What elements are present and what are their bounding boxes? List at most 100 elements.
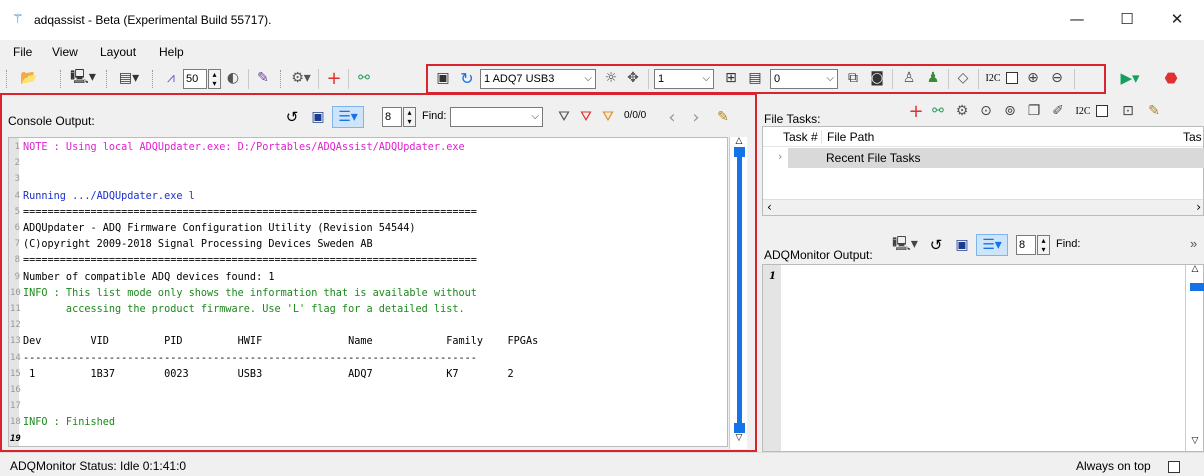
line-text: Dev VID PID HWIF Name Family FPGAs — [23, 336, 539, 348]
pin-icon[interactable]: ✥ — [622, 67, 644, 89]
monitor-text-area[interactable]: 1 △ ▽ — [762, 264, 1204, 452]
toolbar-grip[interactable] — [6, 70, 9, 88]
save-icon[interactable]: ▣ — [308, 106, 328, 128]
toolbar-grip[interactable] — [106, 70, 109, 88]
layout-dropdown-icon[interactable]: ▤▾ — [112, 67, 146, 89]
column-file-path[interactable]: File Path — [827, 130, 874, 144]
scroll-thumb[interactable] — [737, 157, 742, 425]
user-settings-icon[interactable]: ♟ — [922, 67, 944, 89]
scroll-down-icon[interactable]: ▽ — [731, 432, 747, 444]
table-row[interactable]: › Recent File Tasks — [778, 148, 1204, 168]
user-icon[interactable]: ♙ — [898, 67, 920, 89]
scroll-left-icon[interactable]: ‹ — [767, 200, 772, 214]
toolbar-grip[interactable] — [280, 70, 283, 88]
word-wrap-dropdown-icon[interactable]: ☰▾ — [332, 106, 364, 128]
menu-help[interactable]: Help — [159, 45, 184, 59]
copy-icon[interactable]: ❐ — [1024, 100, 1044, 122]
scroll-right-icon[interactable]: › — [1196, 200, 1201, 214]
line-text: ADQUpdater - ADQ Firmware Configuration … — [23, 223, 416, 234]
capture-icon[interactable]: ⧉ — [842, 67, 864, 89]
font-size-spinner-icon[interactable]: ▴ ▾ — [403, 107, 416, 127]
window-icon[interactable]: ◙ — [866, 67, 888, 89]
undo-icon[interactable]: ↺ — [926, 234, 946, 256]
line-text: NOTE : Using local ADQUpdater.exe: D:/Po… — [23, 142, 465, 153]
add-icon[interactable]: + — [323, 67, 345, 89]
channel-select[interactable]: 1 ⌵ — [654, 69, 714, 89]
trash-icon[interactable]: ⊡ — [1118, 100, 1138, 122]
device-info-icon[interactable]: ▣ — [432, 67, 454, 89]
grid-icon[interactable]: ⊞ — [720, 67, 742, 89]
ft-i2c-checkbox[interactable] — [1094, 100, 1110, 122]
value-select[interactable]: 0 ⌵ — [770, 69, 838, 89]
zoom-input[interactable]: 50 — [183, 69, 207, 89]
timer-up-icon[interactable]: ⊕ — [1022, 67, 1044, 89]
timer-icon[interactable]: ⊙ — [976, 100, 996, 122]
monitor-dropdown-icon[interactable]: 🖳▾ — [66, 67, 100, 89]
refresh-icon[interactable]: ↻ — [456, 67, 478, 89]
scroll-up-icon[interactable]: △ — [1187, 263, 1203, 275]
menu-file[interactable]: File — [13, 45, 32, 59]
minimize-button[interactable]: — — [1062, 8, 1092, 32]
console-text-area[interactable]: 1 NOTE : Using local ADQUpdater.exe: D:/P… — [8, 137, 728, 447]
toolbar-overflow-icon[interactable]: » — [1190, 236, 1197, 251]
monitor-font-size-input[interactable]: 8 — [1016, 235, 1036, 255]
scroll-up-icon[interactable]: △ — [731, 135, 747, 147]
next-match-icon[interactable]: › — [686, 106, 706, 128]
wand-icon[interactable]: ⚯ — [352, 67, 376, 89]
play-dropdown-icon[interactable]: ▶▾ — [1114, 67, 1146, 89]
add-task-icon[interactable]: + — [906, 100, 926, 122]
always-on-top-checkbox[interactable] — [1168, 459, 1180, 473]
font-size-spinner-icon[interactable]: ▴ ▾ — [1037, 235, 1050, 255]
zoom-spinner-icon[interactable]: ▴ ▾ — [208, 69, 221, 89]
chevron-down-icon: ⌵ — [702, 73, 710, 84]
column-task-number[interactable]: Task # — [783, 130, 818, 144]
device-select[interactable]: 1 ADQ7 USB3 ⌵ — [480, 69, 596, 89]
line-number: 19 — [10, 433, 21, 444]
timer-alt-icon[interactable]: ⊚ — [1000, 100, 1020, 122]
save-icon[interactable]: ▣ — [952, 234, 972, 256]
prev-match-icon[interactable]: ‹ — [662, 106, 682, 128]
line-number: 12 — [10, 320, 21, 331]
column-divider[interactable] — [821, 130, 822, 144]
settings-dropdown-icon[interactable]: ⚙▾ — [286, 67, 316, 89]
scroll-down-icon[interactable]: ▽ — [1187, 435, 1203, 447]
undo-icon[interactable]: ↺ — [282, 106, 302, 128]
menu-layout[interactable]: Layout — [100, 45, 136, 59]
filter-icon[interactable]: ⛛ — [554, 106, 574, 128]
column-task-truncated[interactable]: Tas — [1183, 130, 1202, 144]
i2c-checkbox[interactable] — [1004, 67, 1020, 89]
line-number: 17 — [10, 401, 21, 412]
monitor-scrollbar[interactable]: △ ▽ — [1185, 263, 1204, 451]
clear-brush-icon[interactable]: ✎ — [1144, 100, 1164, 122]
clear-brush-icon[interactable]: ✎ — [712, 106, 734, 128]
timer-down-icon[interactable]: ⊖ — [1046, 67, 1068, 89]
toolbar-separator — [948, 69, 949, 89]
maximize-button[interactable]: ☐ — [1112, 8, 1142, 32]
horizontal-scrollbar[interactable]: ‹ › — [763, 199, 1203, 215]
word-wrap-dropdown-icon[interactable]: ☰▾ — [976, 234, 1008, 256]
palette-icon[interactable]: ◐ — [222, 67, 244, 89]
document-search-icon[interactable]: ▤ — [744, 67, 766, 89]
close-button[interactable]: ✕ — [1162, 8, 1192, 32]
toolbar-grip[interactable] — [152, 70, 155, 88]
edit-icon[interactable]: ✐ — [1048, 100, 1068, 122]
toolbar-separator — [648, 69, 649, 89]
eraser-icon[interactable]: ◇ — [952, 67, 974, 89]
toolbar-grip[interactable] — [60, 70, 63, 88]
console-scrollbar[interactable]: △ ▽ — [729, 135, 747, 449]
stop-icon[interactable]: ⬣ — [1160, 67, 1182, 89]
menu-view[interactable]: View — [52, 45, 78, 59]
console-find-input[interactable]: ⌵ — [450, 107, 543, 127]
monitor-line-number: 1 — [769, 271, 776, 282]
lightbulb-icon[interactable]: ☼ — [600, 67, 622, 89]
console-font-size-input[interactable]: 8 — [382, 107, 402, 127]
monitor-dropdown-icon[interactable]: 🖳▾ — [890, 234, 920, 256]
wand-icon[interactable]: ⚯ — [928, 100, 948, 122]
settings-icon[interactable]: ⚙ — [952, 100, 972, 122]
expand-chevron-icon[interactable]: › — [778, 150, 782, 163]
filter-error-icon[interactable]: ⛛ — [576, 106, 596, 128]
brush-icon[interactable]: ✎ — [252, 67, 274, 89]
filter-warning-icon[interactable]: ⛛ — [598, 106, 618, 128]
chart-icon[interactable]: ⩘ — [160, 67, 182, 89]
open-folder-icon[interactable]: 📂 — [14, 67, 44, 89]
